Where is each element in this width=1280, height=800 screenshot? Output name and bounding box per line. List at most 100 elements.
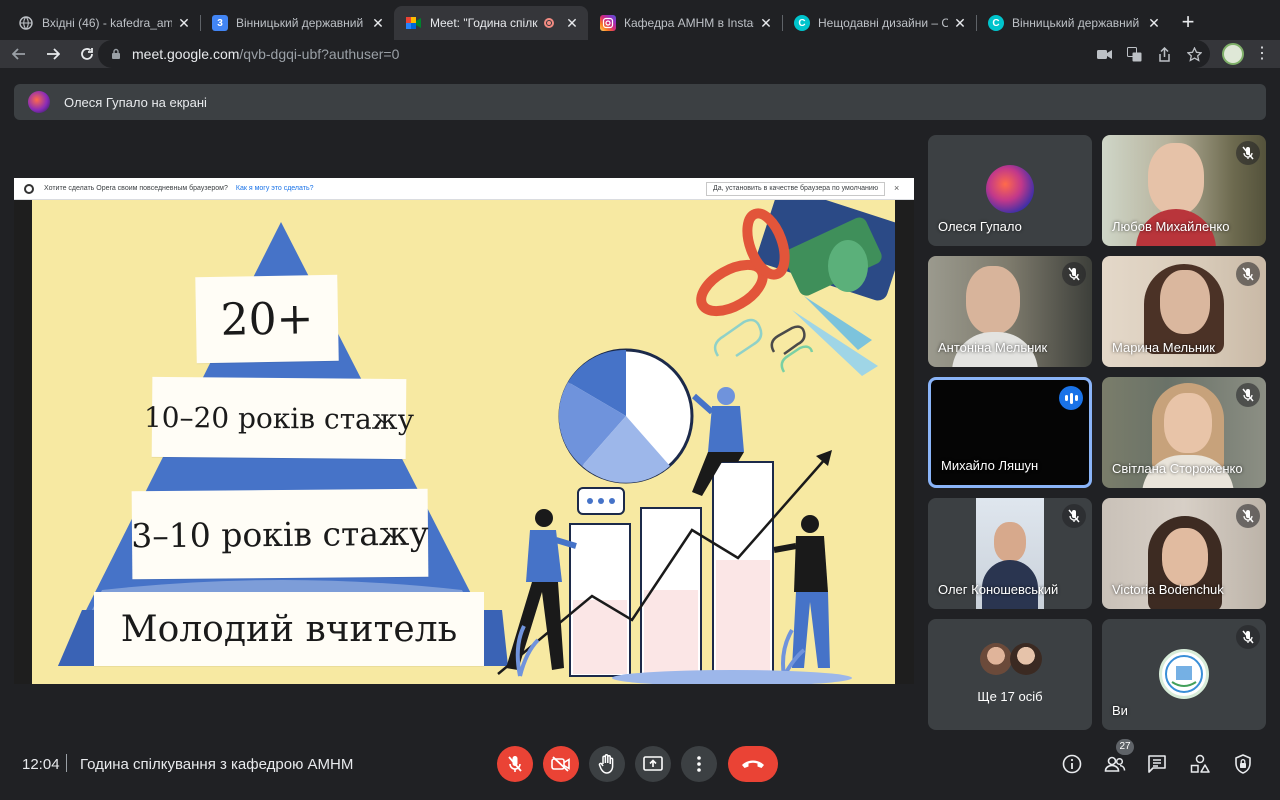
forward-arrow-icon[interactable] [39,40,67,68]
more-vert-icon [697,756,701,772]
tab-strip: Вхідні (46) - kafedra_amnm ✕ 3 Вінницьки… [0,0,1280,40]
close-icon[interactable]: ✕ [370,15,386,31]
avatar [986,165,1034,213]
tab-calendar[interactable]: 3 Вінницький державний пе ✕ [200,6,394,40]
host-controls-button[interactable] [1231,752,1255,776]
reload-icon[interactable] [73,40,101,68]
mic-toggle-button[interactable] [497,746,533,782]
recording-icon [544,18,554,28]
close-icon[interactable]: ✕ [758,15,774,31]
opera-set-default-button[interactable]: Да, установить в качестве браузера по ум… [706,182,886,196]
calendar-3-icon: 3 [212,15,228,31]
tab-title: Meet: "Година спілкув [430,16,538,30]
meeting-controls-bar: 12:04 Година спілкування з кафедрою АМНМ… [0,730,1280,800]
speaking-indicator-icon [1059,386,1083,410]
presentation-slide: 20+ 10–20 років стажу 3–10 років стажу М… [32,200,895,684]
camera-toggle-button[interactable] [543,746,579,782]
raise-hand-button[interactable] [589,746,625,782]
call-end-icon [742,760,764,768]
participant-tile[interactable]: Олеся Гупало [928,135,1092,246]
globe-icon [18,15,34,31]
tab-canva-2[interactable]: C Вінницький державний – В ✕ [976,6,1170,40]
people-icon [1104,756,1126,772]
tab-instagram[interactable]: Кафедра АМНМ в Instagra ✕ [588,6,782,40]
participant-name: Антоніна Мельник [938,340,1048,355]
activities-icon [1190,754,1210,773]
close-icon[interactable]: × [894,183,899,193]
video-face [1160,270,1210,334]
divider [66,754,67,772]
close-icon[interactable]: ✕ [1146,15,1162,31]
profile-avatar[interactable] [1222,43,1244,65]
participant-name: Марина Мельник [1112,340,1215,355]
tab-meet[interactable]: Meet: "Година спілкув ✕ [394,6,588,40]
avatar [1010,643,1042,675]
canva-icon: C [794,15,810,31]
participant-tile[interactable]: Олег Коношевський [928,498,1092,609]
opera-default-browser-bar: Хотите сделать Opera своим повседневным … [14,178,914,200]
leave-call-button[interactable] [728,746,778,782]
tab-title: Нещодавні дизайни – Can [818,16,948,30]
canva-icon: C [988,15,1004,31]
more-participants-label: Ще 17 осіб [977,689,1043,704]
participant-tile[interactable]: Victoria Bodenchuk [1102,498,1266,609]
hand-icon [598,754,614,774]
mic-off-icon [1062,504,1086,528]
mic-off-icon [1062,262,1086,286]
meet-icon [406,15,422,31]
more-options-button[interactable] [681,746,717,782]
more-participants-tile[interactable]: Ще 17 осіб [928,619,1092,730]
opera-how-link[interactable]: Как я могу это сделать? [236,185,314,192]
participant-name: Олег Коношевський [938,582,1059,597]
presenting-text: Олеся Гупало на екрані [64,94,207,110]
meeting-details-button[interactable] [1060,752,1084,776]
participant-tile[interactable]: Антоніна Мельник [928,256,1092,367]
participant-tile[interactable]: Любов Михайленко [1102,135,1266,246]
activities-button[interactable] [1188,752,1212,776]
star-icon[interactable] [1186,46,1202,62]
participant-tile[interactable]: Світлана Стороженко [1102,377,1266,488]
more-vert-icon[interactable]: ⋮ [1254,45,1270,63]
chat-icon [1148,755,1166,773]
close-icon[interactable]: ✕ [176,15,192,31]
video-face [1164,393,1212,453]
share-icon[interactable] [1156,46,1172,62]
tab-gmail[interactable]: Вхідні (46) - kafedra_amnm ✕ [6,6,200,40]
present-screen-button[interactable] [635,746,671,782]
videocam-off-icon [551,756,570,772]
participant-name: Любов Михайленко [1112,219,1230,234]
avatar [980,643,1012,675]
instagram-icon [600,15,616,31]
tab-title: Кафедра АМНМ в Instagra [624,16,754,30]
shared-screen: Хотите сделать Opera своим повседневным … [14,178,914,684]
avatar [1159,649,1209,699]
tab-title: Вінницький державний – В [1012,16,1142,30]
video-face [1162,528,1208,586]
camera-icon[interactable] [1096,46,1112,62]
url-host: meet.google.com [132,46,240,62]
close-icon[interactable]: ✕ [952,15,968,31]
show-everyone-button[interactable] [1103,752,1127,776]
opera-logo-icon [24,183,34,194]
mic-off-icon [1236,504,1260,528]
new-tab-button[interactable]: + [1174,6,1202,40]
video-face [966,266,1020,334]
translate-icon[interactable] [1126,46,1142,62]
participant-tile[interactable]: Михайло Ляшун [928,377,1092,488]
participant-name: Світлана Стороженко [1112,461,1243,476]
shield-lock-icon [1235,754,1251,774]
mic-off-icon [1236,625,1260,649]
back-arrow-icon[interactable] [5,40,33,68]
address-bar[interactable]: meet.google.com/qvb-dgqi-ubf?authuser=0 [98,40,1210,68]
participant-name: Олеся Гупало [938,219,1022,234]
growth-chart-illustration [497,200,895,684]
self-tile[interactable]: Ви [1102,619,1266,730]
video-face [1148,143,1204,215]
chat-button[interactable] [1145,752,1169,776]
participant-tile[interactable]: Марина Мельник [1102,256,1266,367]
mic-off-icon [1236,262,1260,286]
opera-prompt: Хотите сделать Opera своим повседневным … [44,185,228,192]
close-icon[interactable]: ✕ [564,15,580,31]
meeting-clock: 12:04 [22,756,60,773]
tab-canva-1[interactable]: C Нещодавні дизайни – Can ✕ [782,6,976,40]
